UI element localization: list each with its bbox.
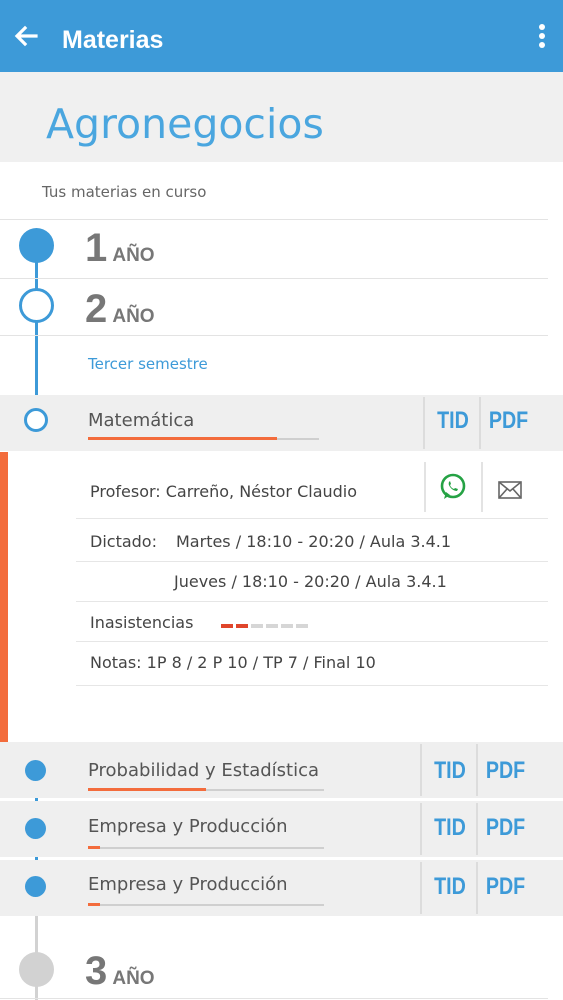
year-node-filled	[19, 228, 54, 263]
app-bar: Materias	[0, 0, 563, 72]
year-label: AÑO	[112, 245, 155, 266]
tid-button[interactable]: TID	[429, 814, 472, 842]
schedule-line-1: Martes / 18:10 - 20:20 / Aula 3.4.1	[176, 532, 452, 551]
year-1-header[interactable]: 1 AÑO	[85, 226, 155, 270]
career-title: Agronegocios	[46, 100, 324, 148]
divider	[76, 518, 548, 519]
subject-name: Empresa y Producción	[88, 816, 288, 837]
professor-name: Profesor: Carreño, Néstor Claudio	[90, 482, 358, 501]
divider	[76, 561, 548, 562]
divider	[76, 641, 548, 642]
absence-dash-empty	[281, 623, 293, 628]
whatsapp-icon[interactable]	[438, 472, 468, 506]
absence-dash-empty	[296, 623, 308, 628]
tid-button[interactable]: TID	[429, 873, 472, 901]
subject-node-filled	[25, 760, 46, 781]
separator	[479, 397, 481, 449]
back-arrow-icon[interactable]	[10, 20, 42, 52]
separator	[476, 862, 478, 914]
pdf-button[interactable]: PDF	[483, 873, 528, 901]
progress-fill	[88, 437, 277, 440]
detail-accent-bar	[0, 452, 8, 742]
year-node-inactive	[19, 952, 54, 987]
more-vert-icon[interactable]	[530, 22, 554, 52]
absence-dash-used	[236, 623, 248, 628]
separator	[423, 397, 425, 449]
year-3-header[interactable]: 3 AÑO	[85, 949, 155, 993]
separator	[476, 803, 478, 855]
courses-subtitle: Tus materias en curso	[42, 183, 207, 201]
year-number: 3	[85, 949, 108, 993]
semester-label: Tercer semestre	[88, 355, 208, 373]
subject-name: Empresa y Producción	[88, 874, 288, 895]
separator	[420, 744, 422, 796]
pdf-button[interactable]: PDF	[483, 757, 528, 785]
subject-name: Matemática	[88, 410, 195, 431]
year-2-header[interactable]: 2 AÑO	[85, 287, 155, 331]
absence-dash-used	[221, 623, 233, 628]
progress-track	[88, 847, 324, 849]
progress-fill	[88, 903, 100, 906]
divider	[0, 335, 548, 336]
divider	[0, 278, 548, 279]
mail-icon[interactable]	[498, 481, 522, 503]
grades: Notas: 1P 8 / 2 P 10 / TP 7 / Final 10	[90, 653, 376, 672]
absences-label: Inasistencias	[90, 613, 194, 632]
year-number: 1	[85, 226, 108, 270]
divider	[0, 219, 548, 220]
separator	[420, 862, 422, 914]
progress-track	[88, 904, 324, 906]
progress-fill	[88, 846, 100, 849]
absence-dash-empty	[251, 623, 263, 628]
year-number: 2	[85, 287, 108, 331]
subject-node-open	[24, 408, 48, 432]
separator	[424, 462, 426, 512]
separator	[420, 803, 422, 855]
absence-dash-empty	[266, 623, 278, 628]
year-label: AÑO	[112, 968, 155, 989]
subject-node-filled	[25, 818, 46, 839]
divider	[76, 685, 548, 686]
subject-node-filled	[25, 876, 46, 897]
separator	[476, 744, 478, 796]
tid-button[interactable]: TID	[432, 407, 475, 435]
year-node-open	[19, 288, 54, 323]
progress-fill	[88, 788, 206, 791]
divider	[0, 998, 548, 999]
tid-button[interactable]: TID	[429, 757, 472, 785]
subject-name: Probabilidad y Estadística	[88, 760, 320, 781]
absences-meter	[221, 622, 311, 628]
divider	[76, 601, 548, 602]
schedule-label: Dictado:	[90, 532, 157, 551]
schedule-line-2: Jueves / 18:10 - 20:20 / Aula 3.4.1	[174, 572, 447, 591]
year-label: AÑO	[112, 306, 155, 327]
pdf-button[interactable]: PDF	[483, 814, 528, 842]
separator	[481, 462, 483, 512]
app-bar-title: Materias	[62, 26, 164, 54]
pdf-button[interactable]: PDF	[486, 407, 531, 435]
